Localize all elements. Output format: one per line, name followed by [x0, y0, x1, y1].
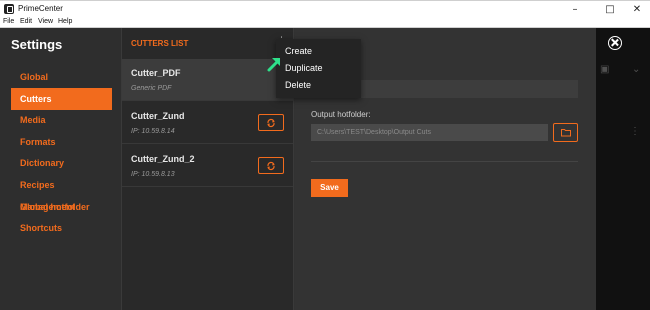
nav-item-formats[interactable]: Formats — [11, 131, 112, 153]
close-window-button[interactable]: ✕ — [622, 1, 650, 18]
settings-title: Settings — [11, 37, 63, 52]
cutter-name: Cutter_PDF — [131, 68, 181, 78]
browse-folder-button[interactable] — [553, 123, 578, 142]
context-menu: Create Duplicate Delete — [276, 39, 361, 98]
sync-button[interactable] — [258, 114, 284, 131]
cutter-subtitle: IP: 10.59.8.13 — [131, 171, 175, 178]
app-area: ▣ ⌄ ⋮ Settings Global Cutters Media Form… — [0, 28, 650, 310]
output-hotfolder-label: Output hotfolder: — [311, 110, 371, 119]
pointer-arrow-icon — [267, 58, 280, 72]
nav-item-dictionary[interactable]: Dictionary — [11, 152, 112, 174]
output-hotfolder-input[interactable]: C:\Users\TEST\Desktop\Output Cuts — [311, 124, 548, 141]
window-title: PrimeCenter — [18, 4, 63, 13]
sync-icon — [267, 161, 275, 171]
cutter-list-item[interactable]: Cutter_Zund IP: 10.59.8.14 — [122, 102, 293, 144]
save-button[interactable]: Save — [311, 179, 348, 197]
cutter-subtitle: IP: 10.59.8.14 — [131, 128, 175, 135]
close-settings-icon[interactable] — [608, 36, 622, 50]
nav-item-global[interactable]: Global — [11, 66, 112, 88]
maximize-button[interactable]: □ — [595, 1, 625, 18]
more-icon: ⋮ — [630, 126, 640, 137]
nav-item-shortcuts[interactable]: Shortcuts — [11, 217, 112, 239]
nav-item-media[interactable]: Media — [11, 109, 112, 131]
minimize-button[interactable]: – — [560, 1, 590, 18]
menu-item-create[interactable]: Create — [276, 43, 361, 60]
sync-button[interactable] — [258, 157, 284, 174]
app-icon — [4, 4, 14, 14]
menu-view[interactable]: View — [38, 17, 53, 27]
menu-file[interactable]: File — [3, 17, 14, 27]
chevron-down-icon: ⌄ — [632, 64, 641, 75]
cutter-name: Cutter_Zund — [131, 111, 185, 121]
menu-edit[interactable]: Edit — [20, 17, 32, 27]
nav-item-recipes-management[interactable]: Recipes Management — [11, 174, 112, 212]
cutter-name: Cutter_Zund_2 — [131, 154, 195, 164]
cutters-list-header: CUTTERS LIST — [131, 39, 189, 48]
nav-item-cutters[interactable]: Cutters — [11, 88, 112, 110]
divider — [311, 161, 578, 162]
folder-icon — [561, 129, 571, 137]
folder-icon: ▣ — [600, 64, 610, 75]
nav-item-global-hotfolder[interactable]: Global hotfolder — [11, 196, 112, 218]
menu-bar: File Edit View Help — [0, 17, 650, 28]
cutter-subtitle: Generic PDF — [131, 85, 172, 92]
menu-item-delete[interactable]: Delete — [276, 77, 361, 94]
menu-help[interactable]: Help — [58, 17, 72, 27]
settings-sidebar: Settings Global Cutters Media Formats Di… — [0, 28, 121, 310]
background-panel: ▣ ⌄ ⋮ — [596, 28, 650, 310]
title-bar: PrimeCenter – □ ✕ — [0, 0, 650, 17]
sync-icon — [267, 118, 275, 128]
menu-item-duplicate[interactable]: Duplicate — [276, 60, 361, 77]
cutter-list-item[interactable]: Cutter_Zund_2 IP: 10.59.8.13 — [122, 145, 293, 187]
